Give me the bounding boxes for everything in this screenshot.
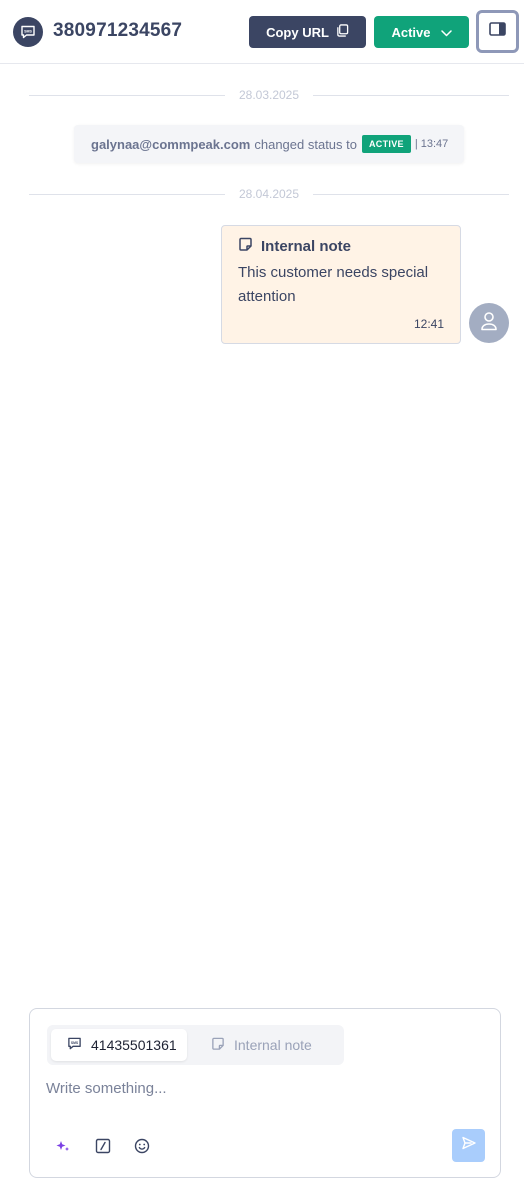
side-panel-toggle-button[interactable] [476,10,519,53]
note-icon [211,1037,225,1054]
svg-text:SMS: SMS [71,1041,79,1045]
date-label: 28.04.2025 [238,187,300,201]
message-input[interactable] [46,1077,486,1099]
conversation-header: SMS 380971234567 Copy URL Active [0,0,524,64]
side-panel-icon [489,22,506,41]
message-composer: SMS 41435501361 Internal note [29,1008,501,1178]
tab-sms[interactable]: SMS 41435501361 [51,1029,187,1061]
event-time: | 13:47 [414,138,449,150]
slash-command-icon[interactable] [92,1135,114,1157]
status-dropdown-label: Active [391,24,431,40]
copy-url-label: Copy URL [266,24,329,40]
note-title: Internal note [261,238,352,255]
status-dropdown[interactable]: Active [374,16,469,48]
date-divider: 28.03.2025 [29,88,509,102]
user-icon [480,311,498,336]
chevron-down-icon [440,25,452,40]
send-icon [461,1135,477,1156]
status-change-event: galynaa@commpeak.com changed status to A… [74,125,464,163]
emoji-icon[interactable] [131,1135,153,1157]
internal-note-message: Internal note This customer needs specia… [221,225,461,344]
event-user: galynaa@commpeak.com [91,136,251,152]
date-divider: 28.04.2025 [29,187,509,201]
sms-chat-icon: SMS [13,17,43,47]
ai-sparkle-icon[interactable] [52,1135,74,1157]
copy-icon [336,24,349,40]
sms-icon: SMS [67,1036,82,1054]
svg-text:SMS: SMS [24,30,32,34]
user-avatar [469,303,509,343]
send-button[interactable] [452,1129,485,1162]
event-text: changed status to [254,136,357,152]
note-icon [238,237,253,256]
note-time: 12:41 [413,317,444,331]
note-body: This customer needs special attention [238,264,429,305]
status-badge: ACTIVE [362,135,411,153]
tab-internal-note[interactable]: Internal note [211,1029,312,1061]
date-label: 28.03.2025 [238,88,300,102]
page-title: 380971234567 [53,20,183,41]
tab-note-label: Internal note [234,1037,312,1053]
copy-url-button[interactable]: Copy URL [249,16,366,48]
composer-tabs: SMS 41435501361 Internal note [47,1025,344,1065]
tab-sms-label: 41435501361 [91,1037,177,1053]
